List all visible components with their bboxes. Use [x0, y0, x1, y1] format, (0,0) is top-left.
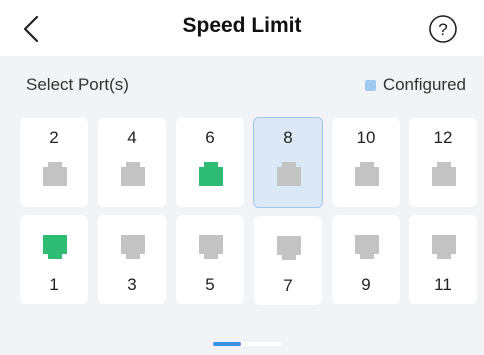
port-number: 4 — [127, 128, 137, 147]
configured-legend-label: Configured — [382, 75, 466, 94]
ethernet-port-icon — [432, 235, 456, 259]
page-indicator[interactable] — [213, 342, 281, 346]
port-number: 12 — [433, 128, 453, 147]
port-4[interactable]: 4 — [98, 118, 166, 207]
svg-text:?: ? — [438, 20, 447, 39]
ethernet-port-icon — [277, 162, 301, 186]
port-5[interactable]: 5 — [176, 215, 244, 304]
ethernet-port-icon — [121, 235, 145, 259]
port-7[interactable]: 7 — [254, 216, 322, 305]
help-icon: ? — [429, 15, 457, 43]
port-12[interactable]: 12 — [409, 118, 477, 207]
ethernet-port-icon — [43, 235, 67, 259]
port-selection-panel: Select Port(s) Configured 2 4 6 8 10 12 — [0, 56, 484, 355]
port-1[interactable]: 1 — [20, 215, 88, 304]
ethernet-port-icon — [355, 235, 379, 259]
port-number: 10 — [356, 128, 376, 147]
header-bar: Speed Limit ? — [0, 0, 484, 56]
port-number: 8 — [283, 128, 293, 147]
port-number: 6 — [205, 128, 215, 147]
port-number: 3 — [127, 275, 137, 294]
ethernet-port-icon — [199, 235, 223, 259]
ethernet-port-icon — [121, 162, 145, 186]
configured-swatch — [364, 79, 376, 91]
port-number: 5 — [205, 275, 215, 294]
port-6[interactable]: 6 — [176, 118, 244, 207]
ethernet-port-icon — [277, 236, 301, 260]
page-indicator-active — [213, 342, 241, 346]
port-11[interactable]: 11 — [409, 215, 477, 304]
port-3[interactable]: 3 — [98, 215, 166, 304]
port-number: 11 — [434, 275, 452, 294]
port-number: 9 — [361, 275, 371, 294]
port-8[interactable]: 8 — [253, 117, 323, 208]
ethernet-port-icon — [43, 162, 67, 186]
page-indicator-inactive — [241, 342, 281, 346]
port-number: 2 — [49, 128, 59, 147]
select-ports-label: Select Port(s) — [26, 75, 129, 94]
ethernet-port-icon — [355, 162, 379, 186]
port-2[interactable]: 2 — [20, 118, 88, 207]
port-number: 7 — [283, 276, 293, 295]
ethernet-port-icon — [199, 162, 223, 186]
page-title: Speed Limit — [182, 14, 302, 37]
port-9[interactable]: 9 — [332, 215, 400, 304]
port-10[interactable]: 10 — [332, 118, 400, 207]
ethernet-port-icon — [432, 162, 456, 186]
configured-legend: Configured — [364, 75, 466, 95]
port-number: 1 — [49, 275, 59, 294]
help-button[interactable]: ? — [428, 14, 458, 44]
